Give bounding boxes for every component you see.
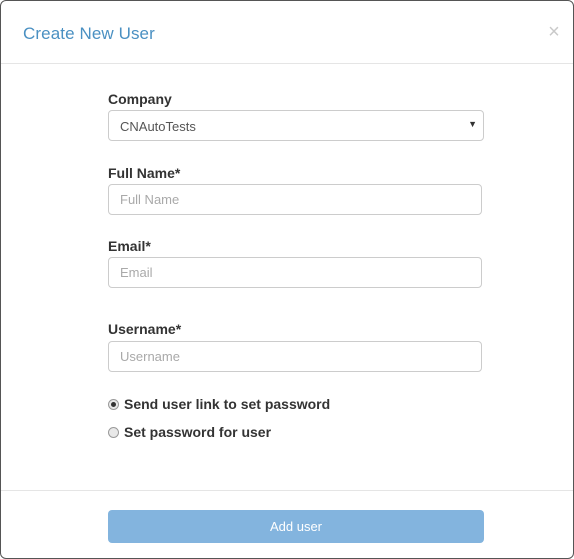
company-label: Company bbox=[108, 91, 172, 107]
email-label: Email* bbox=[108, 238, 151, 254]
username-label: Username* bbox=[108, 321, 182, 337]
radio-button-checked[interactable] bbox=[108, 399, 119, 410]
dialog-header: Create New User × bbox=[1, 1, 573, 64]
dialog-title: Create New User bbox=[23, 24, 155, 43]
full-name-label: Full Name* bbox=[108, 165, 181, 181]
dialog-footer: Add user bbox=[1, 490, 573, 558]
create-user-dialog: Create New User × Company CNAutoTests ▼ … bbox=[0, 0, 574, 559]
company-select[interactable]: CNAutoTests ▼ bbox=[108, 110, 484, 141]
full-name-field[interactable] bbox=[108, 184, 482, 215]
close-icon[interactable]: × bbox=[545, 22, 563, 42]
email-field[interactable] bbox=[108, 257, 482, 288]
add-user-button[interactable]: Add user bbox=[108, 510, 484, 543]
radio-button-unchecked[interactable] bbox=[108, 427, 119, 438]
radio-send-link-label: Send user link to set password bbox=[124, 396, 331, 412]
radio-set-password-label: Set password for user bbox=[124, 424, 272, 440]
username-field[interactable] bbox=[108, 341, 482, 372]
company-select-value: CNAutoTests bbox=[120, 119, 196, 134]
chevron-down-icon: ▼ bbox=[468, 119, 477, 129]
